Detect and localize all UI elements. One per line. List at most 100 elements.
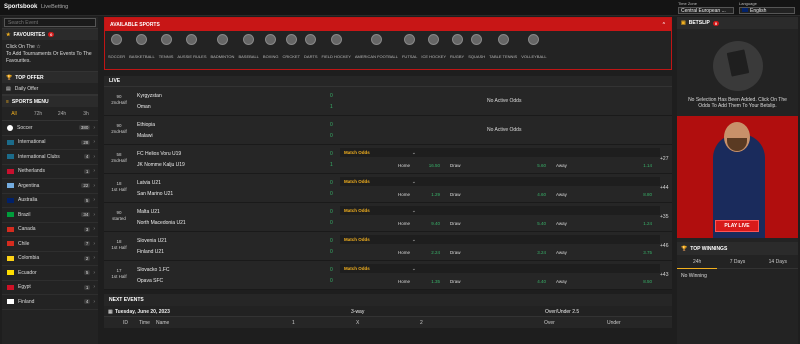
sidebar-sport-item[interactable]: Colombia 2 › (2, 252, 98, 266)
odd-away-label: Away (556, 163, 567, 168)
score-away: 0 (330, 220, 333, 226)
sidebar-sport-item[interactable]: Ecuador 5 › (2, 266, 98, 281)
sport-filter-icon[interactable]: CRICKET (282, 34, 300, 59)
sport-filter-icon[interactable]: BOXING (263, 34, 278, 59)
odd-draw-value: 4.60 (537, 192, 546, 197)
match-time: 18 1st Half (110, 239, 128, 251)
odd-away[interactable]: Away 3.75 (552, 248, 658, 257)
flag-icon (7, 270, 14, 276)
more-markets[interactable]: +35 (660, 214, 668, 220)
more-markets[interactable]: +44 (660, 185, 668, 191)
odd-draw-value: 3.24 (537, 250, 546, 255)
sidebar-sport-item[interactable]: Egypt 1 › (2, 281, 98, 295)
odd-home[interactable]: Home 1.35 (340, 277, 446, 286)
more-markets[interactable]: +46 (660, 243, 668, 249)
sport-name: International Clubs (18, 153, 60, 160)
sport-filter-icon[interactable]: AUSSIE RULES (177, 34, 207, 59)
odd-home[interactable]: Home 2.24 (340, 248, 446, 257)
sport-filter-icon[interactable]: FIELD HOCKEY (322, 34, 351, 59)
sport-filter-icon[interactable]: FUTSAL (402, 34, 417, 59)
live-match-row[interactable]: 90 started Malta U21 North Macedonia U21 0 0 M… (104, 203, 672, 232)
tab-3h[interactable]: 3h (74, 111, 98, 117)
market-selector[interactable]: Match Odds ⌄ (340, 148, 660, 157)
odd-draw[interactable]: Draw 5.40 (446, 219, 552, 228)
nav-sportsbook[interactable]: Sportsbook (4, 4, 37, 10)
sport-filter-label: AMERICAN FOOTBALL (354, 54, 398, 59)
next-events-header: NEXT EVENTS (104, 294, 672, 306)
market-selector[interactable]: Match Odds ⌄ (340, 235, 660, 244)
sidebar-sport-item[interactable]: Netherlands 1 › (2, 165, 98, 179)
sidebar-sport-item[interactable]: Argentina 22 › (2, 179, 98, 194)
live-match-row[interactable]: 90 2ndHalf Kyrgyzstan Oman 0 1 No Active Odds (104, 87, 672, 116)
tab-all[interactable]: All (2, 111, 26, 117)
odd-home[interactable]: Home 16.50 (340, 161, 446, 170)
sidebar-sport-item[interactable]: Soccer 380 › (2, 121, 98, 136)
sport-filter-icon[interactable]: VOLLEYBALL (521, 34, 547, 59)
odd-draw[interactable]: Draw 4.40 (446, 277, 552, 286)
odd-home[interactable]: Home 9.40 (340, 219, 446, 228)
live-match-row[interactable]: 18 1st Half Latvia U21 San Marino U21 0 0 Matc… (104, 174, 672, 203)
odd-draw[interactable]: Draw 4.60 (446, 190, 552, 199)
sport-name: Netherlands (18, 168, 45, 175)
odd-away[interactable]: Away 1.24 (552, 219, 658, 228)
odd-away[interactable]: Away 1.14 (552, 161, 658, 170)
odd-draw[interactable]: Draw 5.60 (446, 161, 552, 170)
sport-filter-icon[interactable]: SOCCER (108, 34, 125, 59)
tab-24h[interactable]: 24h (677, 255, 718, 269)
live-match-row[interactable]: 90 2ndHalf Ethiopia Malawi 0 0 No Active Odds (104, 116, 672, 145)
sidebar-sport-item[interactable]: International Clubs 4 › (2, 150, 98, 165)
sidebar-sport-item[interactable]: Finland 4 › (2, 295, 98, 310)
more-markets[interactable]: +43 (660, 272, 668, 278)
tab-72h[interactable]: 72h (26, 111, 50, 117)
nav-livebetting[interactable]: LiveBetting (41, 4, 68, 10)
promo-banner[interactable]: PLAY LIVE (677, 116, 798, 238)
sport-filter-icon[interactable]: SQUASH (468, 34, 485, 59)
date-row: ▦ Tuesday, June 20, 2023 3-way Over/Unde… (104, 306, 672, 317)
tab-24h[interactable]: 24h (50, 111, 74, 117)
sidebar-sport-item[interactable]: Brazil 34 › (2, 208, 98, 223)
more-markets[interactable]: +27 (660, 156, 668, 162)
sport-name: Canada (18, 226, 36, 233)
market-selector[interactable]: Match Odds ⌄ (340, 206, 660, 215)
language-select[interactable]: English (739, 7, 795, 14)
chevron-up-icon[interactable]: ⌃ (662, 22, 666, 28)
market-selector[interactable]: Match Odds ⌄ (340, 264, 660, 273)
sport-filter-icon[interactable]: BASEBALL (238, 34, 259, 59)
timezone-select[interactable]: Central European ... (678, 7, 734, 14)
play-live-button[interactable]: PLAY LIVE (715, 220, 759, 232)
flag-icon (7, 197, 14, 203)
team-away: Oman (137, 104, 151, 110)
sport-filter-icon[interactable]: TABLE TENNIS (489, 34, 517, 59)
search-input[interactable] (4, 18, 96, 27)
no-active-odds: No Active Odds (487, 98, 522, 104)
market-selector[interactable]: Match Odds ⌄ (340, 177, 660, 186)
sport-filter-icon[interactable]: ICE HOCKEY (421, 34, 446, 59)
odd-home-value: 16.50 (428, 163, 440, 168)
sidebar-sport-item[interactable]: Chile 7 › (2, 237, 98, 252)
tab-7-days[interactable]: 7 Days (717, 259, 757, 265)
live-match-row[interactable]: 18 1st Half Slovenia U21 Finland U21 0 0 Match… (104, 232, 672, 261)
sport-ball-icon (471, 34, 483, 45)
sport-filter-icon[interactable]: RUGBY (450, 34, 464, 59)
sport-filter-icon[interactable]: BASKETBALL (129, 34, 155, 59)
odd-away[interactable]: Away 8.80 (552, 190, 658, 199)
col-under: Under (607, 320, 621, 326)
sidebar-sport-item[interactable]: Australia 5 › (2, 194, 98, 208)
sport-ball-icon (111, 34, 123, 45)
daily-offer-item[interactable]: ▤ Daily Offer (2, 83, 98, 95)
live-match-row[interactable]: 17 1st Half Slovacko 1.FC Opava SFC 0 0 Match … (104, 261, 672, 290)
live-match-row[interactable]: 58 2ndHalf FC Helios Voru U19 JK Nomme Kalj… (104, 145, 672, 174)
tab-14-days[interactable]: 14 Days (758, 259, 798, 265)
sport-filter-icon[interactable]: AMERICAN FOOTBALL (355, 34, 398, 59)
odd-away[interactable]: Away 8.50 (552, 277, 658, 286)
sidebar-sport-item[interactable]: Canada 3 › (2, 223, 98, 237)
odd-home[interactable]: Home 1.29 (340, 190, 446, 199)
sport-filter-icon[interactable]: TENNIS (159, 34, 173, 59)
odd-draw[interactable]: Draw 3.24 (446, 248, 552, 257)
sport-filter-icon[interactable]: DARTS (304, 34, 318, 59)
flag-icon (7, 139, 14, 145)
sidebar-sport-item[interactable]: International 28 › (2, 136, 98, 150)
sport-filter-icon[interactable]: BADMINTON (211, 34, 234, 59)
favourites-hint-line2: To Add Tournaments Or Events To The Favo… (6, 51, 92, 64)
sport-count: 2 (83, 255, 91, 261)
